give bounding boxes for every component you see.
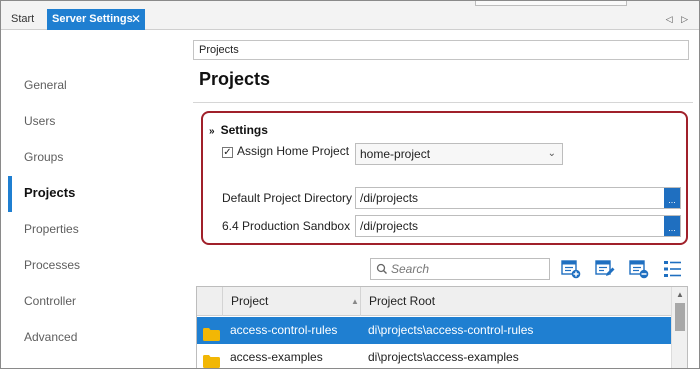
- collapse-chevron-icon[interactable]: »: [209, 126, 215, 137]
- settings-header[interactable]: » Settings: [209, 123, 268, 137]
- home-project-select[interactable]: home-project ⌄: [355, 143, 563, 165]
- project-name-cell: access-examples: [230, 350, 323, 364]
- tab-scroll-arrows-icon[interactable]: ◁ ▷: [666, 9, 691, 30]
- server-settings-window: Start Server Settings ✕ ◁ ▷ General User…: [0, 0, 700, 369]
- table-row[interactable]: access-examples di\projects\access-examp…: [197, 344, 671, 368]
- sidebar-item-users[interactable]: Users: [24, 111, 55, 131]
- settings-heading: Settings: [220, 123, 268, 137]
- sidebar-item-projects[interactable]: Projects: [24, 183, 75, 203]
- project-root-cell: di\projects\access-examples: [368, 350, 519, 364]
- column-header-project[interactable]: Project ▲: [223, 287, 361, 316]
- projects-grid: Project ▲ Project Root access-control-ru…: [196, 286, 688, 368]
- grid-header-icon-column: [197, 287, 223, 316]
- tab-strip: Start Server Settings ✕ ◁ ▷: [1, 1, 699, 30]
- sandbox-label: 6.4 Production Sandbox: [222, 219, 351, 233]
- column-header-project-root-label: Project Root: [369, 294, 436, 308]
- assign-home-label: Assign Home Project: [237, 144, 350, 158]
- folder-icon: [203, 351, 220, 368]
- grid-header: Project ▲ Project Root: [197, 287, 671, 316]
- sidebar-item-groups[interactable]: Groups: [24, 147, 63, 167]
- edit-project-icon[interactable]: [595, 259, 615, 279]
- project-root-cell: di\projects\access-control-rules: [368, 323, 534, 337]
- project-name-cell: access-control-rules: [230, 323, 338, 337]
- search-icon: [376, 259, 388, 285]
- chevron-down-icon[interactable]: ⌄: [548, 144, 556, 164]
- search-placeholder: Search: [391, 262, 430, 276]
- grid-scrollbar[interactable]: ▲: [671, 287, 687, 368]
- close-icon[interactable]: ✕: [131, 9, 141, 30]
- settings-sidebar: General Users Groups Projects Properties…: [1, 31, 191, 368]
- sandbox-value: /di/projects: [360, 219, 419, 233]
- sidebar-item-processes[interactable]: Processes: [24, 255, 80, 275]
- default-dir-field[interactable]: /di/projects ...: [355, 187, 681, 209]
- scrollbar-thumb[interactable]: [675, 303, 685, 331]
- column-list-icon[interactable]: [663, 259, 683, 279]
- table-row[interactable]: access-control-rules di\projects\access-…: [197, 317, 671, 344]
- sandbox-field[interactable]: /di/projects ...: [355, 215, 681, 237]
- sandbox-browse-button[interactable]: ...: [664, 216, 680, 236]
- tab-start[interactable]: Start: [5, 9, 40, 30]
- tab-label: Server Settings: [52, 13, 133, 25]
- scroll-up-icon[interactable]: ▲: [676, 290, 684, 299]
- default-dir-value: /di/projects: [360, 191, 419, 205]
- sidebar-item-advanced[interactable]: Advanced: [24, 327, 77, 347]
- remove-project-icon[interactable]: [629, 259, 649, 279]
- default-dir-browse-button[interactable]: ...: [664, 188, 680, 208]
- sidebar-item-general[interactable]: General: [24, 75, 67, 95]
- breadcrumb[interactable]: Projects: [193, 40, 689, 60]
- default-dir-label: Default Project Directory: [222, 191, 353, 205]
- sidebar-item-controller[interactable]: Controller: [24, 291, 76, 311]
- top-input-edge: [475, 1, 627, 6]
- column-header-project-root[interactable]: Project Root: [361, 287, 671, 316]
- active-item-marker: [8, 176, 12, 212]
- title-divider: [193, 102, 693, 103]
- add-project-icon[interactable]: [561, 259, 581, 279]
- tab-server-settings[interactable]: Server Settings ✕: [47, 9, 145, 30]
- folder-icon: [203, 324, 220, 341]
- page-title: Projects: [199, 69, 271, 89]
- assign-home-checkbox[interactable]: ✓: [222, 147, 233, 158]
- settings-panel: » Settings ✓ Assign Home Project home-pro…: [201, 111, 688, 245]
- home-project-value: home-project: [360, 147, 431, 161]
- sidebar-item-properties[interactable]: Properties: [24, 219, 79, 239]
- sort-asc-icon: ▲: [351, 297, 359, 306]
- column-header-project-label: Project: [231, 294, 269, 308]
- search-input[interactable]: Search: [370, 258, 550, 280]
